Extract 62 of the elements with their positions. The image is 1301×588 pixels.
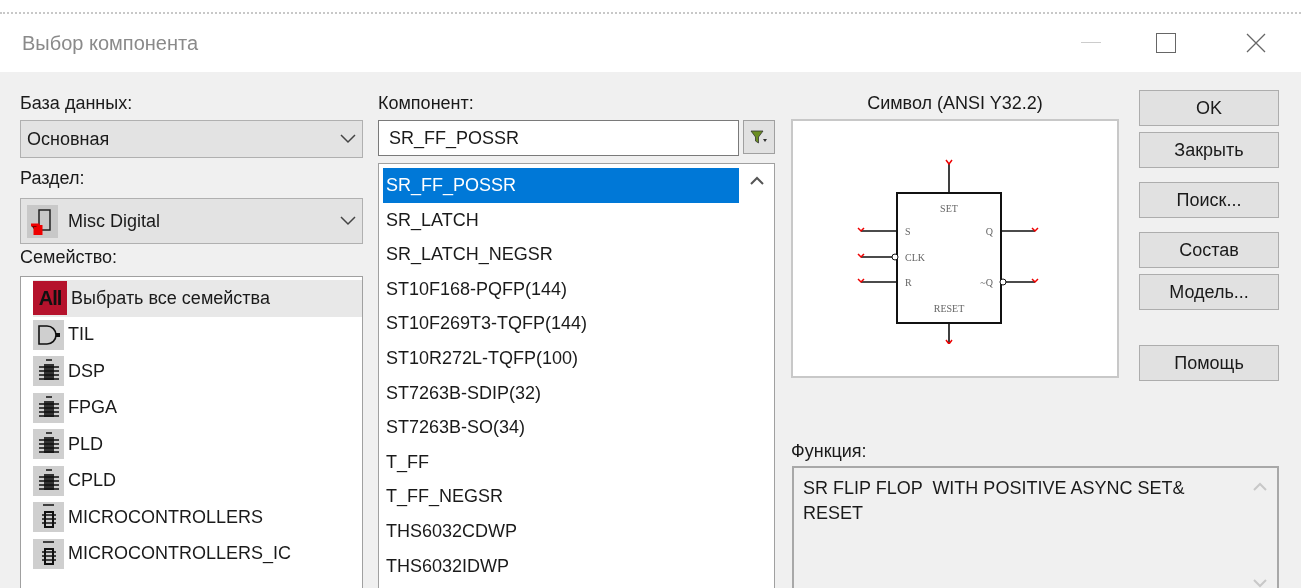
pin-label: SET <box>940 202 958 214</box>
field-label: Компонент: <box>378 92 475 115</box>
chip-icon <box>33 502 64 533</box>
component-item[interactable]: ST10F269T3-TQFP(144) <box>383 306 739 341</box>
dialog-button[interactable]: Состав <box>1139 232 1279 268</box>
gate-icon <box>33 319 64 350</box>
scroll-down-icon[interactable] <box>1253 579 1267 588</box>
chevron-down-icon <box>340 216 356 226</box>
chip-icon <box>33 356 64 387</box>
component-item[interactable]: T_FF <box>383 444 739 480</box>
dialog-button[interactable]: Закрыть <box>1139 132 1279 168</box>
all-icon: All <box>33 281 67 316</box>
component-item[interactable]: THS6032CDWP <box>383 513 739 549</box>
close-icon <box>1246 33 1266 53</box>
component-item[interactable]: ST7263B-SO(34) <box>383 410 739 445</box>
dialog-button[interactable]: OK <box>1139 90 1279 126</box>
minimize-icon <box>1081 42 1101 44</box>
component-item[interactable]: SR_LATCH_NEGSR <box>383 237 739 272</box>
pin-label: RESET <box>933 302 965 314</box>
chevron-down-icon <box>340 134 356 144</box>
field-label: База данных: <box>20 92 134 115</box>
field-label: Функция: <box>791 440 868 463</box>
family-item[interactable]: CPLD <box>33 462 362 499</box>
scroll-up-icon[interactable] <box>749 176 764 185</box>
field-label: Раздел: <box>20 167 86 190</box>
family-item[interactable]: PLD <box>33 426 362 463</box>
component-item[interactable]: T_FF_NEGSR <box>383 479 739 514</box>
family-item[interactable]: TIL <box>33 316 362 353</box>
filter-button[interactable] <box>743 120 775 154</box>
field-label: Семейство: <box>20 246 119 269</box>
component-item[interactable]: ST7263B-SDIP(32) <box>383 375 739 411</box>
dialog-button[interactable]: Помощь <box>1139 345 1279 381</box>
chip-icon <box>33 538 64 569</box>
family-item[interactable]: MICROCONTROLLERS_IC <box>33 535 362 572</box>
pin-label: ~Q <box>980 276 993 288</box>
component-item[interactable]: ST10R272L-TQFP(100) <box>383 340 739 376</box>
symbol-title: Символ (ANSI Y32.2) <box>866 92 1044 115</box>
section-dropdown[interactable]: Misc Digital <box>20 198 363 244</box>
database-dropdown[interactable]: Основная <box>20 120 363 158</box>
chip-icon <box>33 392 64 423</box>
family-item[interactable]: DSP <box>33 353 362 390</box>
component-item[interactable]: ST10F168-PQFP(144) <box>383 271 739 307</box>
funnel-icon <box>750 130 768 144</box>
pin-label: CLK <box>905 251 925 263</box>
pin-label: Q <box>985 225 993 237</box>
pin-label: R <box>905 276 912 288</box>
chip-icon <box>27 204 58 238</box>
component-item[interactable]: SR_LATCH <box>383 202 739 238</box>
family-item[interactable]: MICROCONTROLLERS <box>33 499 362 536</box>
family-item[interactable]: All Выбрать все семейства <box>33 280 362 317</box>
component-item[interactable]: THS6032IDWP <box>383 548 739 584</box>
component-input[interactable]: SR_FF_POSSR <box>378 120 739 156</box>
dialog-button[interactable]: Модель... <box>1139 274 1279 310</box>
family-item[interactable]: FPGA <box>33 389 362 426</box>
component-item[interactable]: SR_FF_POSSR <box>383 168 739 203</box>
window-title: Выбор компонента <box>22 31 199 56</box>
dialog-button[interactable]: Поиск... <box>1139 182 1279 218</box>
maximize-icon <box>1156 33 1176 53</box>
chip-icon <box>33 465 64 496</box>
pin-label: S <box>905 225 911 237</box>
chip-icon <box>33 429 64 460</box>
function-textbox[interactable]: SR FLIP FLOP WITH POSITIVE ASYNC SET& RESET <box>792 466 1279 588</box>
